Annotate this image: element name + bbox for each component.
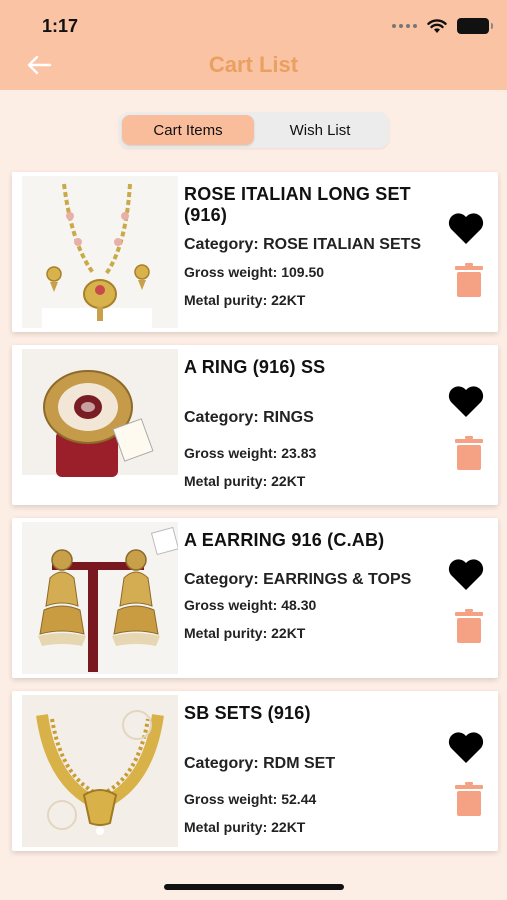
item-category: Category: EARRINGS & TOPS <box>184 571 412 588</box>
home-indicator[interactable] <box>164 884 344 890</box>
cart-item-card[interactable]: A RING (916) SS Category: RINGS Gross we… <box>12 345 498 505</box>
item-gross-weight: Gross weight: 109.50 <box>184 264 325 280</box>
arrow-left-icon <box>27 55 52 75</box>
delete-button[interactable] <box>454 781 484 817</box>
item-details: ROSE ITALIAN LONG SET (916) Category: RO… <box>184 184 424 308</box>
wishlist-heart-button[interactable] <box>446 383 486 419</box>
item-category: Category: RDM SET <box>184 755 336 772</box>
wishlist-heart-button[interactable] <box>446 210 486 246</box>
cart-item-card[interactable]: SB SETS (916) Category: RDM SET Gross we… <box>12 691 498 851</box>
product-image-gold-necklace <box>22 695 178 847</box>
wishlist-heart-button[interactable] <box>446 556 486 592</box>
signal-icon <box>392 24 417 28</box>
heart-icon <box>448 559 484 590</box>
item-gross-weight: Gross weight: 48.30 <box>184 597 317 613</box>
item-gross-weight: Gross weight: 52.44 <box>184 791 317 807</box>
item-details: A RING (916) SS Category: RINGS Gross we… <box>184 357 424 489</box>
segmented-control: Cart Items Wish List <box>119 112 389 148</box>
item-title: ROSE ITALIAN LONG SET (916) <box>184 184 411 225</box>
trash-icon <box>455 436 483 470</box>
back-button[interactable] <box>24 52 54 78</box>
trash-icon <box>455 263 483 297</box>
item-details: A EARRING 916 (C.AB) Category: EARRINGS … <box>184 530 424 641</box>
delete-button[interactable] <box>454 435 484 471</box>
item-metal-purity: Metal purity: 22KT <box>184 819 306 835</box>
battery-icon <box>457 18 493 34</box>
heart-icon <box>448 732 484 763</box>
item-title: A EARRING 916 (C.AB) <box>184 530 385 550</box>
cart-item-card[interactable]: A EARRING 916 (C.AB) Category: EARRINGS … <box>12 518 498 678</box>
heart-icon <box>448 213 484 244</box>
delete-button[interactable] <box>454 608 484 644</box>
item-title: A RING (916) SS <box>184 357 326 377</box>
app-header: 1:17 Cart List <box>0 0 507 90</box>
cart-item-card[interactable]: ROSE ITALIAN LONG SET (916) Category: RO… <box>12 172 498 332</box>
tab-wish-list[interactable]: Wish List <box>254 115 386 145</box>
item-metal-purity: Metal purity: 22KT <box>184 473 306 489</box>
status-icons <box>392 17 493 35</box>
product-image-ring <box>22 349 178 501</box>
status-time: 1:17 <box>42 16 79 36</box>
wifi-icon <box>427 19 447 33</box>
item-gross-weight: Gross weight: 23.83 <box>184 445 317 461</box>
tab-cart-items[interactable]: Cart Items <box>122 115 254 145</box>
item-details: SB SETS (916) Category: RDM SET Gross we… <box>184 703 424 835</box>
item-category: Category: ROSE ITALIAN SETS <box>184 236 422 253</box>
trash-icon <box>455 782 483 816</box>
trash-icon <box>455 609 483 643</box>
product-image-necklace-set <box>22 176 178 328</box>
item-title: SB SETS (916) <box>184 703 311 723</box>
delete-button[interactable] <box>454 262 484 298</box>
page-title: Cart List <box>208 52 299 77</box>
item-category: Category: RINGS <box>184 409 314 426</box>
item-metal-purity: Metal purity: 22KT <box>184 292 306 308</box>
item-metal-purity: Metal purity: 22KT <box>184 625 306 641</box>
heart-icon <box>448 386 484 417</box>
wishlist-heart-button[interactable] <box>446 729 486 765</box>
product-image-earrings <box>22 522 178 674</box>
